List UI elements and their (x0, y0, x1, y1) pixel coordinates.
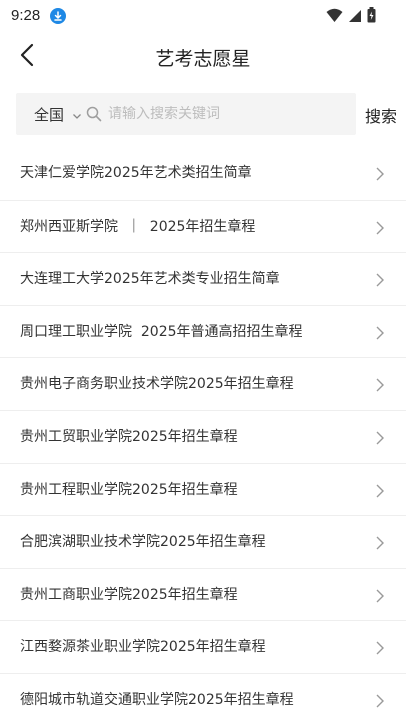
page-title: 艺考志愿星 (155, 48, 251, 70)
list-item-title: 贵州工程职业学院2025年招生章程 (20, 481, 238, 498)
download-icon (50, 8, 66, 24)
chevron-right-icon (376, 377, 384, 396)
list-item[interactable]: 天津仁爱学院2025年艺术类招生简章 (0, 147, 406, 200)
list-item-title: 贵州电子商务职业技术学院2025年招生章程 (20, 376, 294, 393)
list-item-title: 天津仁爱学院2025年艺术类招生简章 (20, 165, 252, 181)
battery-icon (367, 7, 376, 27)
list-item-title: 江西婺源茶业职业学院2025年招生章程 (20, 639, 266, 656)
list-item[interactable]: 周口理工职业学院 2025年普通高招招生章程 (0, 304, 406, 358)
chevron-right-icon (376, 220, 384, 239)
search-icon (86, 106, 102, 122)
chevron-right-icon (376, 588, 384, 607)
status-bar: 9:28 (0, 0, 406, 34)
list-item-title: 贵州工商职业学院2025年招生章程 (20, 586, 238, 603)
status-time: 9:28 (11, 7, 41, 24)
search-bar: 全国 搜索 (0, 93, 406, 137)
list-item-title: 大连理工大学2025年艺术类专业招生简章 (20, 271, 280, 288)
list-item[interactable]: 德阳城市轨道交通职业学院2025年招生章程 (0, 672, 406, 720)
list-item[interactable]: 江西婺源茶业职业学院2025年招生章程 (0, 620, 406, 673)
list-item[interactable]: 合肥滨湖职业技术学院2025年招生章程 (0, 515, 406, 568)
list-item-title: 周口理工职业学院 2025年普通高招招生章程 (20, 323, 303, 340)
search-button[interactable]: 搜索 (365, 103, 397, 127)
search-input[interactable] (108, 106, 329, 122)
status-icons (326, 7, 376, 27)
chevron-right-icon (376, 272, 384, 291)
list-item-title: 合肥滨湖职业技术学院2025年招生章程 (20, 534, 266, 551)
list-item[interactable]: 贵州工程职业学院2025年招生章程 (0, 462, 406, 516)
list-item[interactable]: 郑州西亚斯学院 ｜ 2025年招生章程 (0, 199, 406, 253)
list-item[interactable]: 贵州工商职业学院2025年招生章程 (0, 567, 406, 621)
chevron-right-icon (376, 430, 384, 449)
list-item-title: 德阳城市轨道交通职业学院2025年招生章程 (20, 691, 294, 708)
search-box: 全国 (16, 93, 356, 135)
list-item-title: 郑州西亚斯学院 ｜ 2025年招生章程 (20, 218, 256, 235)
list-item-title: 贵州工贸职业学院2025年招生章程 (20, 428, 238, 445)
chevron-right-icon (376, 483, 384, 502)
signal-icon (348, 8, 362, 27)
chevron-down-icon (72, 105, 82, 124)
list-item[interactable]: 贵州工贸职业学院2025年招生章程 (0, 409, 406, 463)
chevron-right-icon (376, 693, 384, 712)
brochure-list: 天津仁爱学院2025年艺术类招生简章 郑州西亚斯学院 ｜ 2025年招生章程 大… (0, 147, 406, 720)
chevron-right-icon (376, 535, 384, 554)
region-label: 全国 (34, 105, 65, 124)
list-item[interactable]: 大连理工大学2025年艺术类专业招生简章 (0, 252, 406, 305)
app-header: 艺考志愿星 (0, 34, 406, 80)
region-select[interactable]: 全国 (16, 93, 82, 135)
chevron-right-icon (376, 640, 384, 659)
chevron-right-icon (376, 325, 384, 344)
wifi-icon (326, 8, 343, 27)
chevron-right-icon (376, 166, 384, 185)
list-item[interactable]: 贵州电子商务职业技术学院2025年招生章程 (0, 357, 406, 410)
